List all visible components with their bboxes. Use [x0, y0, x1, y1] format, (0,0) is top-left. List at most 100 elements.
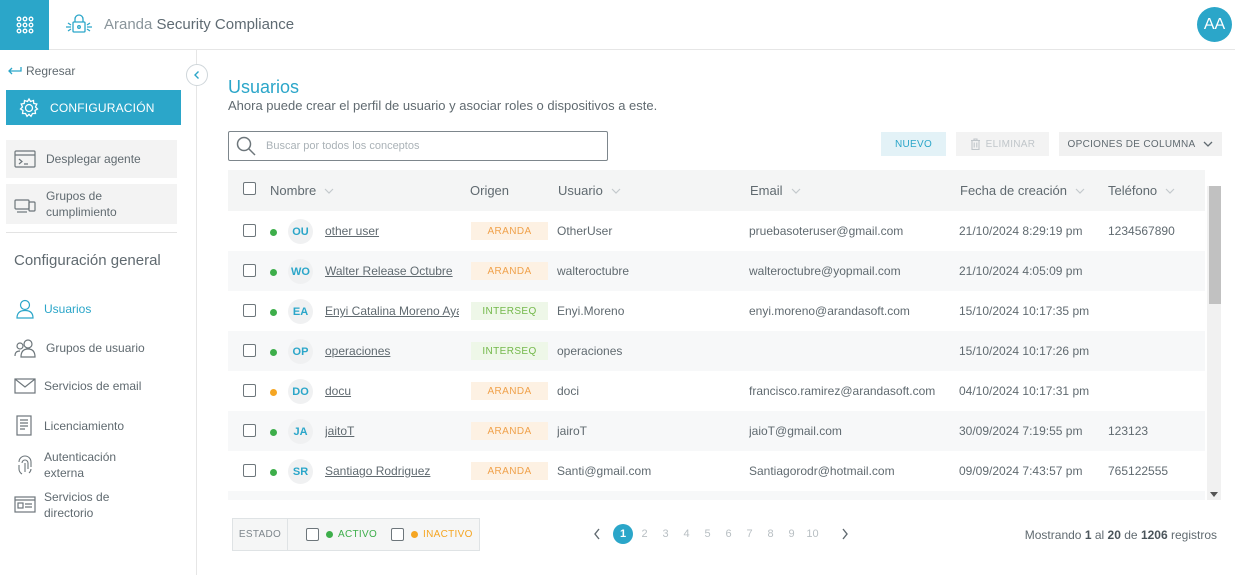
- chevron-right-icon[interactable]: [841, 528, 849, 540]
- search-box[interactable]: [228, 131, 608, 161]
- table-row[interactable]: DO docu ARANDA doci francisco.ramirez@ar…: [228, 371, 1205, 411]
- compliance-groups-item[interactable]: Grupos de cumplimiento: [6, 184, 177, 224]
- search-input[interactable]: [266, 140, 586, 152]
- page-button[interactable]: 5: [697, 528, 718, 540]
- user-initials: DO: [288, 379, 313, 404]
- page-button[interactable]: 7: [739, 528, 760, 540]
- records-total: 1206: [1140, 528, 1168, 542]
- header-label: Origen: [470, 183, 510, 198]
- row-checkbox[interactable]: [243, 384, 256, 397]
- page-button[interactable]: 6: [718, 528, 739, 540]
- chevron-down-icon: [791, 188, 800, 194]
- license-icon: [16, 415, 32, 436]
- email-cell: Santiagorodr@hotmail.com: [749, 464, 895, 478]
- user-name-link[interactable]: Santiago Rodriguez: [325, 464, 459, 478]
- security-logo-icon: [66, 14, 92, 33]
- sidebar-item-users[interactable]: Usuarios: [14, 298, 91, 320]
- records-al: al: [1094, 528, 1105, 542]
- email-cell: enyi.moreno@arandasoft.com: [749, 304, 910, 318]
- user-name-link[interactable]: other user: [325, 224, 459, 238]
- page-button[interactable]: 2: [634, 528, 655, 540]
- user-name-link[interactable]: Enyi Catalina Moreno Ayala: [325, 304, 459, 318]
- created-cell: 04/10/2024 10:17:31 pm: [959, 384, 1090, 398]
- user-initials: JA: [288, 419, 313, 444]
- column-header-origin[interactable]: Origen: [470, 183, 509, 198]
- page-button[interactable]: 3: [655, 528, 676, 540]
- origin-badge: ARANDA: [471, 462, 548, 480]
- app-title: Aranda Security Compliance: [104, 15, 295, 33]
- column-header-email[interactable]: Email: [750, 183, 801, 198]
- email-cell: francisco.ramirez@arandasoft.com: [749, 384, 936, 398]
- page-button[interactable]: 8: [760, 528, 781, 540]
- table-row[interactable]: WO Walter Release Octubre ARANDA waltero…: [228, 251, 1205, 291]
- filter-active-checkbox[interactable]: [306, 528, 319, 541]
- column-header-user[interactable]: Usuario: [558, 183, 621, 198]
- column-options-button[interactable]: OPCIONES DE COLUMNA: [1059, 132, 1222, 156]
- page-button[interactable]: 9: [781, 528, 802, 540]
- username-cell: jairoT: [557, 424, 588, 438]
- back-link[interactable]: Regresar: [6, 64, 75, 78]
- column-header-created[interactable]: Fecha de creación: [960, 183, 1085, 198]
- row-checkbox[interactable]: [243, 424, 256, 437]
- filter-inactive[interactable]: INACTIVO: [391, 528, 473, 541]
- user-name-link[interactable]: docu: [325, 384, 459, 398]
- delete-button[interactable]: ELIMINAR: [956, 132, 1049, 156]
- page-subtitle: Ahora puede crear el perfil de usuario y…: [228, 98, 658, 113]
- delete-label: ELIMINAR: [985, 138, 1036, 150]
- sidebar-item-licensing[interactable]: Licenciamiento: [14, 415, 124, 437]
- column-header-name[interactable]: Nombre: [270, 183, 334, 198]
- sidebar-item-directory-services[interactable]: Servicios de directorio: [14, 489, 134, 521]
- origin-badge: ARANDA: [471, 262, 548, 280]
- username-cell: Enyi.Moreno: [557, 304, 625, 318]
- apps-menu-button[interactable]: [0, 0, 49, 50]
- sidebar-item-user-groups[interactable]: Grupos de usuario: [14, 337, 145, 359]
- user-initials: EA: [288, 299, 313, 324]
- table-row[interactable]: OP operaciones INTERSEQ operaciones 15/1…: [228, 331, 1205, 371]
- table-row[interactable]: OU other user ARANDA OtherUser pruebasot…: [228, 211, 1205, 251]
- user-name-link[interactable]: jaitoT: [325, 424, 459, 438]
- directory-icon: [14, 496, 36, 513]
- row-checkbox[interactable]: [243, 464, 256, 477]
- filter-inactive-checkbox[interactable]: [391, 528, 405, 541]
- page-button[interactable]: 10: [802, 528, 823, 540]
- table-row[interactable]: EA Enyi Catalina Moreno Ayala INTERSEQ E…: [228, 291, 1205, 331]
- sidebar-collapse-button[interactable]: [186, 64, 208, 86]
- table-header: Nombre Origen Usuario Email Fecha de cre…: [228, 170, 1205, 211]
- records-de: de: [1124, 528, 1138, 542]
- user-name-link[interactable]: Walter Release Octubre: [325, 264, 459, 278]
- page-button[interactable]: 4: [676, 528, 697, 540]
- user-group-icon: [14, 339, 36, 358]
- user-name-link[interactable]: operaciones: [325, 344, 459, 358]
- deploy-agent-label: Desplegar agente: [46, 152, 141, 166]
- table-row[interactable]: JA jaitoT ARANDA jairoT jaioT@gmail.com …: [228, 411, 1205, 451]
- configuration-button[interactable]: CONFIGURACIÓN: [6, 90, 181, 125]
- row-checkbox[interactable]: [243, 224, 256, 237]
- chevron-left-icon[interactable]: [593, 528, 601, 540]
- deploy-agent-item[interactable]: Desplegar agente: [6, 140, 177, 178]
- row-checkbox[interactable]: [243, 344, 256, 357]
- table-row[interactable]: [228, 491, 1205, 500]
- select-all-checkbox[interactable]: [243, 182, 256, 195]
- sidebar-item-external-auth[interactable]: Autenticación externa: [14, 449, 134, 481]
- page-title: Usuarios: [228, 77, 300, 97]
- scroll-down-arrow-icon[interactable]: [1210, 492, 1218, 498]
- filter-active[interactable]: ACTIVO: [306, 528, 377, 541]
- header-label: Fecha de creación: [960, 183, 1067, 198]
- column-header-phone[interactable]: Teléfono: [1108, 183, 1175, 198]
- user-avatar[interactable]: AA: [1197, 7, 1232, 42]
- row-checkbox[interactable]: [243, 264, 256, 277]
- page-button-current[interactable]: 1: [613, 524, 633, 544]
- column-options-label: OPCIONES DE COLUMNA: [1067, 138, 1196, 150]
- devices-icon: [14, 199, 36, 213]
- sidebar-item-email-services[interactable]: Servicios de email: [14, 377, 141, 395]
- origin-badge: INTERSEQ: [471, 342, 548, 360]
- status-filter-label: ESTADO: [233, 519, 288, 550]
- row-checkbox[interactable]: [243, 304, 256, 317]
- created-cell: 15/10/2024 10:17:35 pm: [959, 304, 1090, 318]
- new-button[interactable]: NUEVO: [881, 132, 946, 156]
- origin-badge: ARANDA: [471, 422, 548, 440]
- table-row[interactable]: SR Santiago Rodriguez ARANDA Santi@gmail…: [228, 451, 1205, 491]
- scrollbar-thumb[interactable]: [1209, 186, 1221, 304]
- origin-badge: INTERSEQ: [471, 302, 548, 320]
- header-label: Teléfono: [1108, 183, 1158, 198]
